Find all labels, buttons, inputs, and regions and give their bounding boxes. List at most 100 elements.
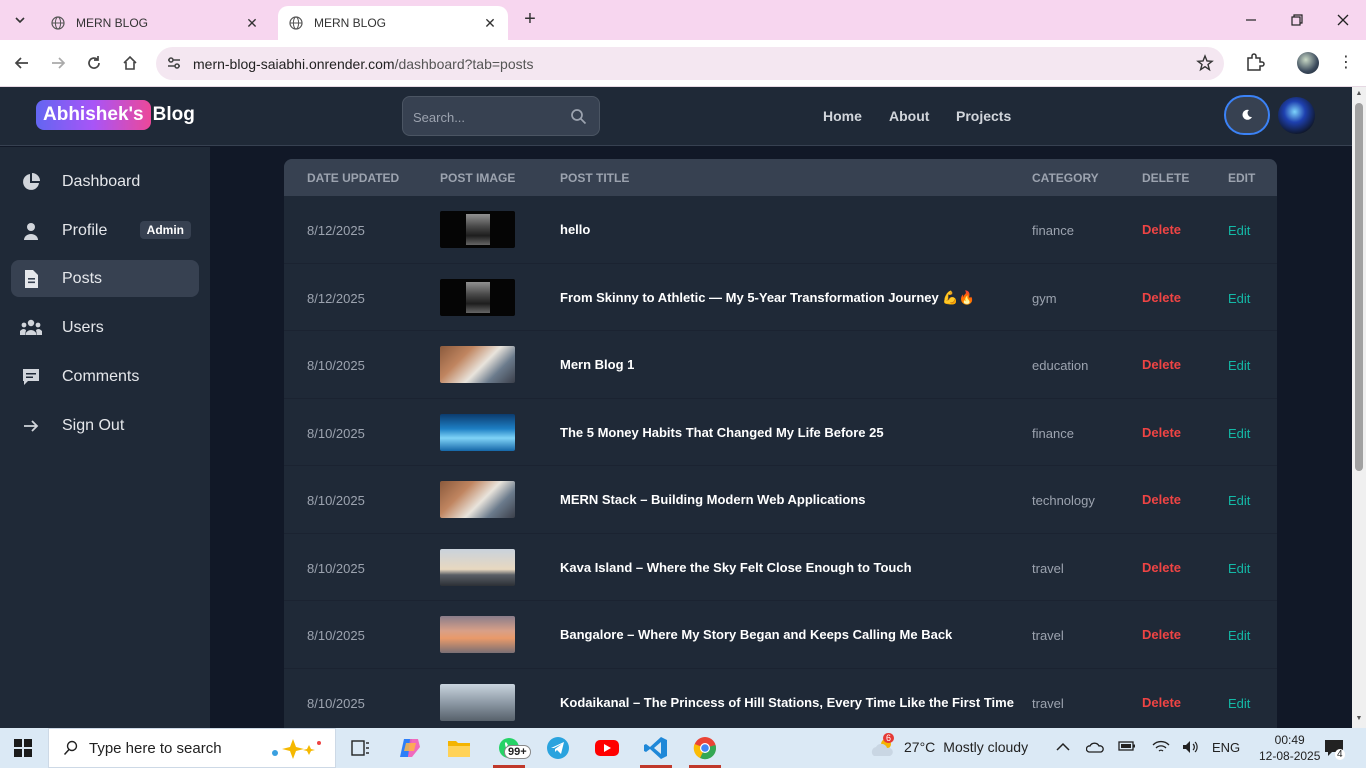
sidebar-item-users[interactable]: Users	[11, 309, 199, 346]
chrome-app[interactable]	[685, 732, 725, 768]
file-explorer-app[interactable]	[439, 732, 479, 764]
close-window-button[interactable]	[1320, 0, 1366, 40]
post-thumbnail[interactable]	[440, 481, 515, 518]
telegram-app[interactable]	[538, 732, 578, 764]
sidebar-item-label: Users	[62, 318, 104, 336]
scroll-down-icon[interactable]: ▼	[1355, 715, 1363, 723]
taskbar-search[interactable]: Type here to search	[48, 728, 336, 768]
post-date: 8/10/2025	[307, 560, 365, 576]
delete-post-button[interactable]: Delete	[1142, 425, 1181, 440]
table-row: 8/12/2025 From Skinny to Athletic — My 5…	[284, 264, 1277, 331]
notification-count-badge: 4	[1335, 749, 1345, 760]
task-view-button[interactable]	[340, 732, 380, 764]
post-thumbnail[interactable]	[440, 413, 515, 451]
search-highlight-icon	[272, 739, 321, 759]
close-tab-icon[interactable]: ✕	[244, 15, 260, 32]
edit-post-link[interactable]: Edit	[1228, 426, 1250, 441]
post-title-link[interactable]: Bangalore – Where My Story Began and Kee…	[560, 627, 952, 642]
page-scrollbar[interactable]: ▲ ▼	[1352, 87, 1366, 728]
column-header-date: Date updated	[307, 171, 400, 185]
battery-tray[interactable]	[1118, 740, 1136, 755]
post-thumbnail[interactable]	[440, 346, 515, 383]
tab-search-button[interactable]	[8, 8, 32, 32]
delete-post-button[interactable]: Delete	[1142, 492, 1181, 507]
youtube-app[interactable]	[587, 732, 627, 764]
post-category: travel	[1032, 560, 1064, 576]
address-bar[interactable]: mern-blog-saiabhi.onrender.com/dashboard…	[156, 47, 1224, 80]
profile-avatar[interactable]	[1297, 52, 1319, 74]
post-thumbnail[interactable]	[440, 278, 515, 316]
forward-button[interactable]	[46, 51, 70, 75]
close-tab-icon[interactable]: ✕	[482, 15, 498, 32]
sidebar-item-dashboard[interactable]: Dashboard	[11, 163, 199, 200]
scroll-up-icon[interactable]: ▲	[1355, 90, 1363, 98]
post-title-link[interactable]: From Skinny to Athletic — My 5-Year Tran…	[560, 290, 975, 306]
back-button[interactable]	[10, 51, 34, 75]
delete-post-button[interactable]: Delete	[1142, 560, 1181, 575]
post-title-link[interactable]: Kodaikanal – The Princess of Hill Statio…	[560, 695, 1014, 710]
weather-widget[interactable]: 6 27°C Mostly cloudy	[870, 733, 1028, 758]
clock-time: 00:49	[1274, 733, 1305, 747]
post-thumbnail[interactable]	[440, 211, 515, 248]
delete-post-button[interactable]: Delete	[1142, 627, 1181, 642]
minimize-button[interactable]	[1228, 0, 1274, 40]
delete-post-button[interactable]: Delete	[1142, 290, 1181, 305]
reload-button[interactable]	[82, 51, 106, 75]
post-date: 8/10/2025	[307, 358, 365, 373]
browser-tab-2[interactable]: MERN BLOG ✕	[278, 6, 508, 40]
post-thumbnail[interactable]	[440, 616, 515, 653]
sidebar-item-posts[interactable]: Posts	[11, 260, 199, 297]
browser-menu-icon[interactable]: ⋮	[1338, 52, 1354, 74]
post-title-link[interactable]: Mern Blog 1	[560, 357, 634, 372]
home-button[interactable]	[118, 51, 142, 75]
edit-post-link[interactable]: Edit	[1228, 628, 1250, 643]
network-tray[interactable]	[1152, 740, 1170, 757]
new-tab-button[interactable]: +	[518, 8, 542, 32]
windows-start-icon[interactable]	[14, 739, 32, 757]
onedrive-tray[interactable]	[1085, 740, 1104, 757]
nav-projects-link[interactable]: Projects	[956, 108, 1011, 124]
post-date: 8/10/2025	[307, 695, 365, 711]
nav-home-link[interactable]: Home	[823, 108, 862, 124]
sidebar-item-signout[interactable]: Sign Out	[11, 407, 199, 444]
show-hidden-icons-button[interactable]	[1056, 740, 1070, 755]
site-logo[interactable]: Abhishek's Blog	[36, 100, 195, 130]
search-input[interactable]	[413, 107, 563, 127]
minimize-icon	[1246, 19, 1256, 21]
site-info-icon[interactable]	[166, 55, 182, 71]
edit-post-link[interactable]: Edit	[1228, 358, 1250, 373]
post-thumbnail[interactable]	[440, 683, 515, 721]
delete-post-button[interactable]: Delete	[1142, 222, 1181, 237]
clock-date: 12-08-2025	[1259, 749, 1321, 763]
edit-post-link[interactable]: Edit	[1228, 696, 1250, 711]
language-indicator[interactable]: ENG	[1212, 740, 1240, 755]
nav-about-link[interactable]: About	[889, 108, 929, 124]
sidebar-item-profile[interactable]: Profile Admin	[11, 212, 199, 249]
edit-post-link[interactable]: Edit	[1228, 223, 1250, 238]
vscode-app[interactable]	[636, 732, 676, 768]
sidebar-item-label: Sign Out	[62, 416, 125, 434]
post-title-link[interactable]: hello	[560, 222, 590, 237]
search-icon[interactable]	[570, 108, 587, 125]
post-title-link[interactable]: Kava Island – Where the Sky Felt Close E…	[560, 560, 912, 575]
delete-post-button[interactable]: Delete	[1142, 695, 1181, 710]
edit-post-link[interactable]: Edit	[1228, 561, 1250, 576]
post-thumbnail[interactable]	[440, 548, 515, 586]
edit-post-link[interactable]: Edit	[1228, 493, 1250, 508]
delete-post-button[interactable]: Delete	[1142, 357, 1181, 372]
theme-toggle-button[interactable]	[1224, 95, 1270, 135]
user-avatar[interactable]	[1278, 97, 1315, 134]
volume-tray[interactable]	[1182, 740, 1200, 757]
scrollbar-thumb[interactable]	[1355, 103, 1363, 471]
copilot-app[interactable]	[390, 732, 430, 764]
sidebar-item-comments[interactable]: Comments	[11, 358, 199, 395]
bookmark-star-icon[interactable]	[1196, 54, 1214, 72]
comment-icon	[20, 366, 42, 388]
system-clock[interactable]: 00:49 12-08-2025	[1259, 732, 1320, 764]
browser-tab-1[interactable]: MERN BLOG ✕	[40, 6, 270, 40]
extensions-icon[interactable]	[1243, 52, 1265, 74]
edit-post-link[interactable]: Edit	[1228, 291, 1250, 306]
post-title-link[interactable]: The 5 Money Habits That Changed My Life …	[560, 425, 884, 440]
post-title-link[interactable]: MERN Stack – Building Modern Web Applica…	[560, 492, 866, 507]
restore-button[interactable]	[1274, 0, 1320, 40]
